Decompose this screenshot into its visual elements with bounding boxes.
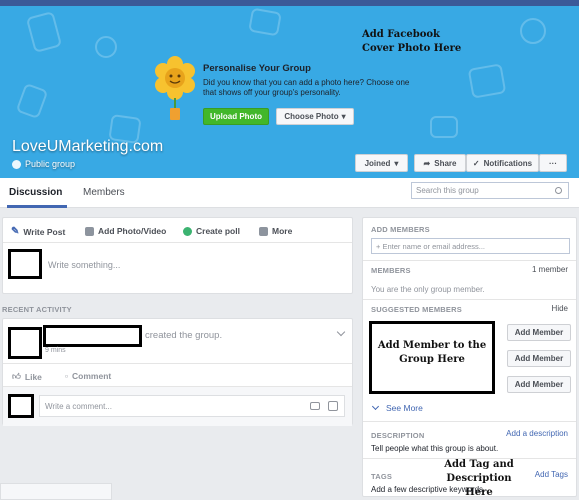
- decor-shape: [95, 36, 117, 58]
- add-tags-link[interactable]: Add Tags: [535, 470, 568, 479]
- hide-suggestions-link[interactable]: Hide: [552, 304, 568, 313]
- share-label: Share: [434, 158, 457, 168]
- sticker-icon[interactable]: [328, 401, 338, 411]
- cover-photo-note: Add Facebook Cover Photo Here: [362, 29, 462, 54]
- activity-post: created the group. 9 mins 👍︎ Like ▫ Comm…: [2, 318, 353, 426]
- create-poll-label: Create poll: [196, 226, 240, 236]
- add-member-input[interactable]: + Enter name or email address...: [371, 238, 570, 254]
- share-button[interactable]: ➦ Share: [414, 154, 466, 172]
- divider: [363, 260, 576, 261]
- group-sidebar: ADD MEMBERS + Enter name or email addres…: [362, 217, 577, 498]
- tab-discussion[interactable]: Discussion: [9, 187, 62, 198]
- suggested-members-heading: SUGGESTED MEMBERS: [371, 305, 462, 314]
- chevron-down-icon[interactable]: [336, 327, 346, 337]
- group-name[interactable]: LoveUMarketing.com: [12, 138, 163, 156]
- camera-icon[interactable]: [310, 402, 320, 410]
- divider: [3, 363, 352, 364]
- avatar[interactable]: [8, 327, 42, 359]
- choose-photo-label: Choose Photo: [284, 112, 339, 121]
- active-tab-indicator: [7, 205, 67, 208]
- add-member-button[interactable]: Add Member: [507, 376, 571, 393]
- group-privacy: Public group: [12, 159, 75, 169]
- globe-icon: [12, 159, 21, 169]
- recent-activity-heading: RECENT ACTIVITY: [2, 305, 72, 314]
- create-poll-tab[interactable]: Create poll: [183, 226, 240, 236]
- comment-button[interactable]: ▫ Comment: [65, 371, 111, 381]
- decor-shape: [430, 116, 458, 138]
- decor-shape: [25, 10, 63, 54]
- tags-text: Add a few descriptive keywords.: [371, 485, 486, 494]
- add-member-button[interactable]: Add Member: [507, 324, 571, 341]
- caret-down-icon: ▾: [394, 158, 399, 168]
- divider: [363, 421, 576, 422]
- decor-shape: [520, 18, 546, 44]
- group-search-input[interactable]: Search this group: [411, 182, 569, 199]
- composer-input[interactable]: Write something...: [48, 260, 120, 270]
- photo-icon: [85, 226, 94, 236]
- more-label: More: [272, 226, 293, 236]
- decor-shape: [15, 82, 49, 120]
- post-timestamp[interactable]: 9 mins: [45, 347, 66, 354]
- joined-button[interactable]: Joined ▾: [355, 154, 408, 172]
- comment-placeholder: Write a comment...: [45, 401, 112, 411]
- divider: [363, 299, 576, 300]
- promo-title: Personalise Your Group: [203, 63, 311, 74]
- comment-label: Comment: [72, 371, 112, 381]
- thumbs-up-icon: 👍︎: [12, 371, 21, 381]
- decor-shape: [467, 63, 507, 99]
- caret-down-icon: ▾: [341, 112, 346, 121]
- group-type-label: Public group: [25, 159, 76, 169]
- tab-members[interactable]: Members: [83, 187, 125, 198]
- grid-icon: [259, 226, 268, 236]
- flower-illustration-icon: [155, 56, 195, 120]
- like-button[interactable]: 👍︎ Like: [12, 371, 42, 382]
- like-label: Like: [24, 371, 42, 382]
- chevron-down-icon: [371, 402, 380, 411]
- description-text: Tell people what this group is about.: [371, 444, 499, 453]
- notifications-label: Notifications: [483, 158, 533, 168]
- add-members-heading: ADD MEMBERS: [371, 225, 430, 234]
- redacted-user-name[interactable]: [43, 325, 142, 347]
- see-more-label: See More: [386, 403, 423, 413]
- tags-heading: TAGS: [371, 472, 393, 481]
- only-member-text: You are the only group member.: [371, 285, 485, 294]
- check-icon: ✓: [472, 158, 480, 168]
- comment-icon: ▫: [65, 371, 69, 381]
- write-post-tab[interactable]: ✎ Write Post: [11, 226, 65, 237]
- write-post-label: Write Post: [23, 226, 66, 237]
- add-photo-label: Add Photo/Video: [98, 226, 167, 236]
- decor-shape: [248, 7, 282, 37]
- promo-text: Did you know that you can add a photo he…: [203, 78, 410, 97]
- add-description-link[interactable]: Add a description: [506, 429, 568, 438]
- joined-label: Joined: [364, 158, 391, 168]
- avatar[interactable]: [8, 394, 34, 418]
- upload-photo-button[interactable]: Upload Photo: [203, 108, 269, 125]
- divider: [3, 242, 352, 243]
- poll-icon: [183, 226, 192, 236]
- search-icon[interactable]: [555, 187, 562, 194]
- search-placeholder: Search this group: [416, 186, 479, 195]
- see-more-link[interactable]: See More: [371, 402, 423, 413]
- add-member-button[interactable]: Add Member: [507, 350, 571, 367]
- choose-photo-button[interactable]: Choose Photo ▾: [276, 108, 354, 125]
- cover-photo-area[interactable]: Add Facebook Cover Photo Here Personalis…: [0, 6, 579, 178]
- notifications-button[interactable]: ✓ Notifications: [466, 154, 539, 172]
- avatar[interactable]: [8, 249, 42, 279]
- post-text: created the group.: [145, 330, 223, 341]
- pencil-icon: ✎: [11, 226, 20, 237]
- add-photo-video-tab[interactable]: Add Photo/Video: [85, 226, 166, 236]
- more-tab[interactable]: More: [259, 226, 292, 236]
- share-icon: ➦: [423, 158, 431, 168]
- suggested-members-placeholder: Add Member to the Group Here: [369, 321, 495, 394]
- members-heading: MEMBERS: [371, 266, 411, 275]
- member-count[interactable]: 1 member: [532, 265, 568, 274]
- chat-bar[interactable]: [0, 483, 112, 500]
- post-composer: ✎ Write Post Add Photo/Video Create poll…: [2, 217, 353, 294]
- comment-input[interactable]: Write a comment...: [39, 395, 345, 417]
- description-heading: DESCRIPTION: [371, 431, 425, 440]
- more-options-button[interactable]: ···: [539, 154, 567, 172]
- comment-section: Write a comment...: [3, 386, 352, 426]
